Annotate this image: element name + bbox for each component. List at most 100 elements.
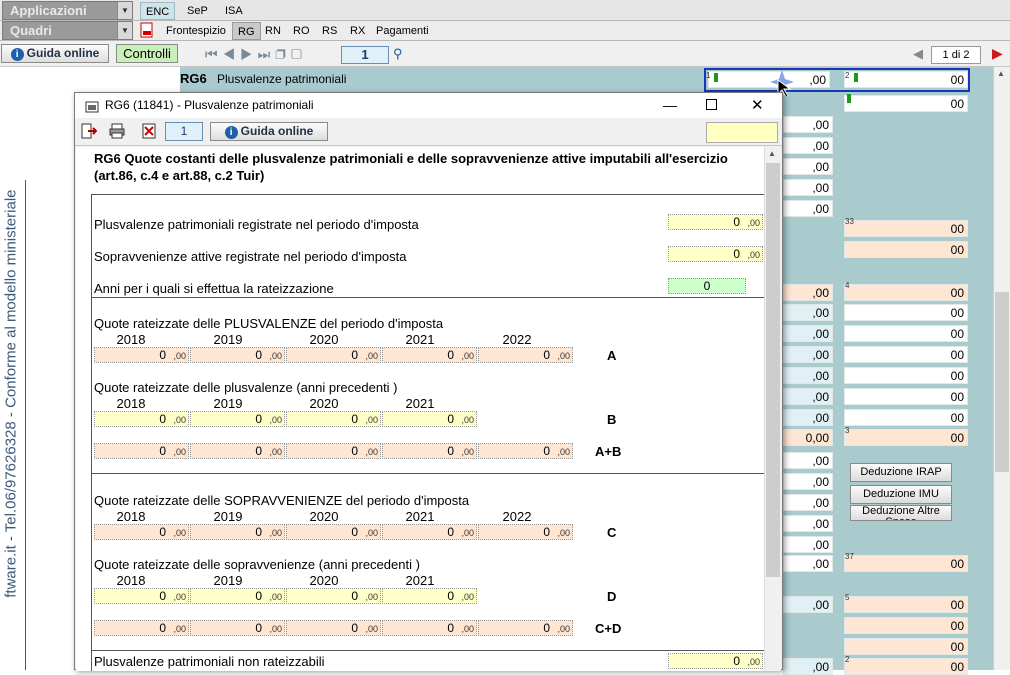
quota-ab-2021[interactable]: 0,00 <box>382 443 477 459</box>
anni-rateizzazione-input[interactable]: 0 <box>668 278 746 294</box>
chevron-down-icon[interactable]: ▼ <box>117 22 132 39</box>
tab-rn[interactable]: RN <box>260 22 286 40</box>
bg-field[interactable]: 00 <box>844 638 968 655</box>
quota-d-2018[interactable]: 0,00 <box>94 588 189 604</box>
tab-frontespizio[interactable]: Frontespizio <box>161 22 231 40</box>
exit-icon[interactable] <box>81 123 98 139</box>
quota-a-2021[interactable]: 0,00 <box>382 347 477 363</box>
bg-field[interactable]: ,00 <box>783 346 833 363</box>
bg-field[interactable]: 0,00 <box>783 429 833 446</box>
quota-cd-2019[interactable]: 0,00 <box>190 620 285 636</box>
bg-field[interactable]: ,00 <box>783 325 833 342</box>
bg-field[interactable]: 00 <box>844 95 968 112</box>
bg-field[interactable]: 00 <box>844 388 968 405</box>
quota-b-2020[interactable]: 0,00 <box>286 411 381 427</box>
record-navigation-icons[interactable]: ⏮◀▶⏭❐▢ <box>205 46 335 62</box>
print-icon[interactable] <box>109 123 125 139</box>
minimize-icon[interactable]: — <box>663 93 677 118</box>
quota-a-2022[interactable]: 0,00 <box>478 347 573 363</box>
bg-field[interactable]: 00 <box>844 409 968 426</box>
sopravvenienze-registrate-input[interactable]: 0,00 <box>668 246 763 262</box>
bg-field[interactable]: ,00 <box>783 658 833 675</box>
bg-field-3[interactable]: 00 <box>844 429 968 446</box>
quadri-dropdown[interactable]: Quadri ▼ <box>2 21 133 40</box>
tab-enc[interactable]: ENC <box>140 2 176 20</box>
quota-ab-2018[interactable]: 0,00 <box>94 443 189 459</box>
dialog-page-field[interactable]: 1 <box>165 122 203 141</box>
bg-field[interactable]: ,00 <box>783 596 833 613</box>
bg-field[interactable]: ,00 <box>783 409 833 426</box>
quota-ab-2020[interactable]: 0,00 <box>286 443 381 459</box>
next-page-icon[interactable]: ▶ <box>992 45 1006 61</box>
tab-ro[interactable]: RO <box>288 22 315 40</box>
tab-isa[interactable]: ISA <box>220 2 248 20</box>
bg-field[interactable]: ,00 <box>783 367 833 384</box>
quota-d-2021[interactable]: 0,00 <box>382 588 477 604</box>
quota-d-2019[interactable]: 0,00 <box>190 588 285 604</box>
search-page-icon[interactable]: ⚲ <box>393 46 407 62</box>
quota-b-2019[interactable]: 0,00 <box>190 411 285 427</box>
bg-field[interactable]: 00 <box>844 304 968 321</box>
quota-a-2020[interactable]: 0,00 <box>286 347 381 363</box>
tab-sep[interactable]: SeP <box>182 2 213 20</box>
bg-field[interactable]: ,00 <box>783 536 833 553</box>
bg-field[interactable]: 00 <box>844 241 968 258</box>
bg-field[interactable]: ,00 <box>783 473 833 490</box>
bg-field-5[interactable]: 00 <box>844 596 968 613</box>
deduzione-altre-spese-button[interactable]: Deduzione Altre Spese <box>850 505 952 521</box>
deduzione-imu-button[interactable]: Deduzione IMU <box>850 485 952 504</box>
non-rateizzabili-input[interactable]: 0,00 <box>668 653 763 669</box>
quota-c-2022[interactable]: 0,00 <box>478 524 573 540</box>
bg-field[interactable]: ,00 <box>783 515 833 532</box>
bg-field[interactable]: ,00 <box>783 494 833 511</box>
dialog-guida-button[interactable]: i Guida online <box>210 122 328 141</box>
controlli-button[interactable]: Controlli <box>116 44 178 63</box>
bg-field[interactable]: 00 <box>844 367 968 384</box>
tab-rs[interactable]: RS <box>317 22 342 40</box>
close-icon[interactable]: ✕ <box>751 93 764 118</box>
pdf-icon[interactable] <box>139 22 155 38</box>
bg-field[interactable]: ,00 <box>783 116 833 133</box>
bg-field-37[interactable]: 00 <box>844 555 968 572</box>
quota-ab-2022[interactable]: 0,00 <box>478 443 573 459</box>
quota-b-2018[interactable]: 0,00 <box>94 411 189 427</box>
applicazioni-dropdown[interactable]: Applicazioni ▼ <box>2 1 133 20</box>
rg6-field-2[interactable]: 00 <box>844 71 968 88</box>
bg-field-4[interactable]: 00 <box>844 284 968 301</box>
bg-field[interactable]: ,00 <box>783 284 833 301</box>
bg-field[interactable]: 00 <box>844 658 968 675</box>
delete-icon[interactable] <box>141 123 157 139</box>
tab-pagamenti[interactable]: Pagamenti <box>371 22 434 40</box>
quota-cd-2020[interactable]: 0,00 <box>286 620 381 636</box>
bg-field[interactable]: ,00 <box>783 555 833 572</box>
quota-d-2020[interactable]: 0,00 <box>286 588 381 604</box>
quota-b-2021[interactable]: 0,00 <box>382 411 477 427</box>
quota-c-2021[interactable]: 0,00 <box>382 524 477 540</box>
deduzione-irap-button[interactable]: Deduzione IRAP <box>850 463 952 482</box>
bg-field[interactable]: ,00 <box>783 200 833 217</box>
scroll-up-icon[interactable]: ▲ <box>768 149 776 158</box>
guida-online-button[interactable]: i Guida online <box>1 44 109 63</box>
dialog-scrollbar[interactable]: ▲ <box>764 147 781 671</box>
dialog-yellow-field[interactable] <box>706 122 778 143</box>
quota-cd-2021[interactable]: 0,00 <box>382 620 477 636</box>
bg-field[interactable]: ,00 <box>783 304 833 321</box>
bg-field[interactable]: ,00 <box>783 388 833 405</box>
quota-c-2020[interactable]: 0,00 <box>286 524 381 540</box>
bg-field-33[interactable]: 00 <box>844 220 968 237</box>
bg-field[interactable]: 00 <box>844 346 968 363</box>
page-number-field[interactable]: 1 <box>341 46 389 64</box>
quota-ab-2019[interactable]: 0,00 <box>190 443 285 459</box>
bg-field[interactable]: ,00 <box>783 452 833 469</box>
bg-field[interactable]: ,00 <box>783 137 833 154</box>
tab-rx[interactable]: RX <box>345 22 370 40</box>
scroll-thumb[interactable] <box>995 292 1009 472</box>
scroll-thumb[interactable] <box>766 163 780 577</box>
chevron-down-icon[interactable]: ▼ <box>117 2 132 19</box>
bg-field[interactable]: ,00 <box>783 179 833 196</box>
scroll-up-icon[interactable]: ▲ <box>997 69 1005 78</box>
bg-field[interactable]: 00 <box>844 617 968 634</box>
bg-field[interactable]: 00 <box>844 325 968 342</box>
quota-a-2019[interactable]: 0,00 <box>190 347 285 363</box>
quota-cd-2022[interactable]: 0,00 <box>478 620 573 636</box>
